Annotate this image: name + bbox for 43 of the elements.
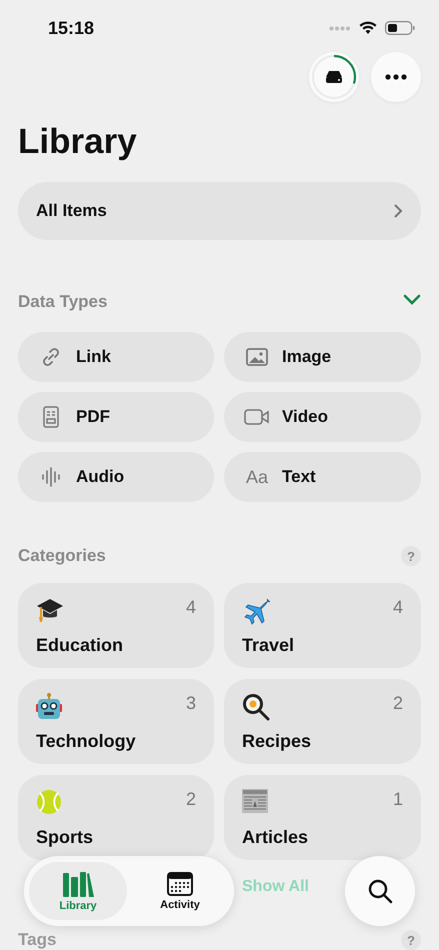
data-type-button[interactable]: PDF xyxy=(18,392,214,442)
graduation-cap-icon xyxy=(36,597,64,623)
battery-icon xyxy=(385,21,415,35)
section-title: Data Types xyxy=(18,292,108,312)
chevron-right-icon xyxy=(393,203,403,219)
data-type-button[interactable]: Audio xyxy=(18,452,214,502)
airplane-icon xyxy=(242,597,270,625)
calendar-icon xyxy=(167,872,193,896)
data-type-button[interactable]: Image xyxy=(224,332,421,382)
section-title: Categories xyxy=(18,546,106,566)
data-type-button[interactable]: Video xyxy=(224,392,421,442)
category-card[interactable]: 4 Education xyxy=(18,583,214,668)
status-time: 15:18 xyxy=(48,18,94,38)
link-icon xyxy=(40,346,62,368)
robot-icon xyxy=(36,693,62,721)
drive-icon xyxy=(325,70,343,84)
frying-pan-icon xyxy=(242,693,270,721)
search-icon xyxy=(367,878,393,904)
all-items-button[interactable]: All Items xyxy=(18,182,421,240)
books-icon xyxy=(62,870,94,896)
tennis-ball-icon xyxy=(36,789,62,815)
tab[interactable]: Activity xyxy=(131,862,229,920)
waveform-icon xyxy=(41,466,61,488)
section-title: Tags xyxy=(18,930,56,950)
data-type-button[interactable]: Link xyxy=(18,332,214,382)
wifi-icon xyxy=(359,21,377,35)
chevron-down-icon[interactable] xyxy=(403,294,421,306)
more-icon xyxy=(385,74,407,80)
category-card[interactable]: 1 Articles xyxy=(224,775,421,860)
category-card[interactable]: 3 Technology xyxy=(18,679,214,764)
data-type-button[interactable]: Aa Text xyxy=(224,452,421,502)
category-card[interactable]: 4 Travel xyxy=(224,583,421,668)
category-card[interactable]: 2 Sports xyxy=(18,775,214,860)
document-icon xyxy=(43,406,59,428)
image-icon xyxy=(246,348,268,366)
more-button[interactable] xyxy=(371,52,421,102)
newspaper-icon xyxy=(242,789,268,813)
cellular-signal-icon xyxy=(329,26,351,30)
text-format-icon: Aa xyxy=(246,466,268,488)
tab[interactable]: Library xyxy=(29,862,127,920)
video-camera-icon xyxy=(244,408,270,426)
page-title: Library xyxy=(18,121,138,163)
category-card[interactable]: 2 Recipes xyxy=(224,679,421,764)
